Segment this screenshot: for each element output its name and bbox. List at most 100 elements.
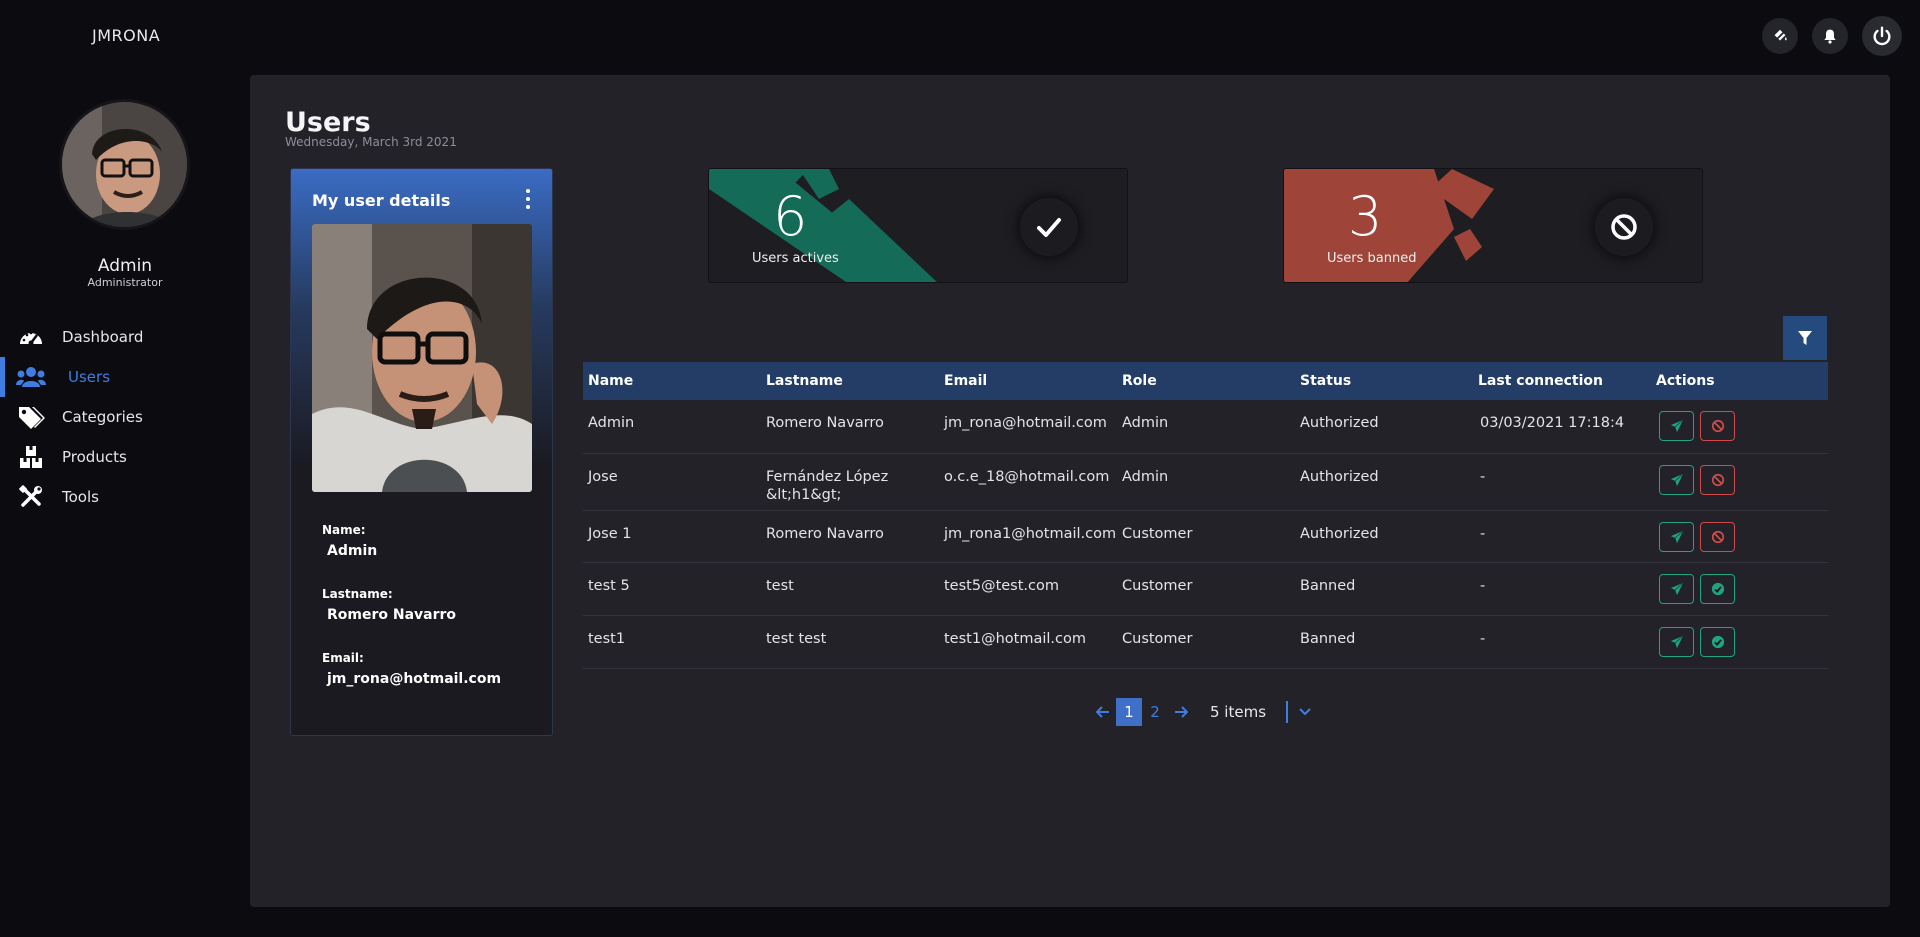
send-message-button[interactable] bbox=[1659, 522, 1694, 552]
active-users-badge bbox=[1020, 198, 1078, 256]
table-row: test 5 test test5@test.com Customer Banned - bbox=[583, 563, 1828, 616]
cell-status: Banned bbox=[1300, 578, 1356, 594]
sidebar-item-label: Users bbox=[68, 368, 111, 386]
cell-actions bbox=[1651, 563, 1828, 615]
cell-role: Customer bbox=[1122, 578, 1193, 594]
sidebar-item-dashboard[interactable]: Dashboard bbox=[0, 317, 250, 357]
sidebar-item-label: Products bbox=[62, 448, 127, 466]
cell-actions bbox=[1651, 454, 1828, 510]
column-header[interactable]: Status bbox=[1295, 373, 1473, 389]
active-users-card: 6 Users actives bbox=[708, 168, 1128, 283]
sidebar-nav: Dashboard Users Categories Products Tool… bbox=[0, 317, 250, 517]
notifications-button[interactable] bbox=[1812, 18, 1848, 54]
cell-email: jm_rona@hotmail.com bbox=[944, 415, 1107, 431]
cell-role: Admin bbox=[1122, 469, 1169, 485]
sidebar-item-label: Tools bbox=[62, 488, 99, 506]
send-icon bbox=[1670, 530, 1683, 544]
cell-lastname: Romero Navarro bbox=[766, 526, 884, 542]
send-icon bbox=[1670, 582, 1683, 596]
user-photo bbox=[312, 224, 532, 492]
sidebar-item-tools[interactable]: Tools bbox=[0, 477, 250, 517]
cell-last: - bbox=[1480, 578, 1486, 594]
users-table: Name Lastname Email Role Status Last con… bbox=[583, 362, 1828, 669]
logout-button[interactable] bbox=[1862, 16, 1902, 56]
cell-role: Admin bbox=[1122, 415, 1169, 431]
cell-status: Authorized bbox=[1300, 469, 1379, 485]
cell-lastname: test bbox=[766, 578, 794, 594]
sidebar-item-categories[interactable]: Categories bbox=[0, 397, 250, 437]
top-actions bbox=[1762, 16, 1902, 56]
cell-name: test1 bbox=[588, 631, 626, 647]
name-value: Admin bbox=[327, 543, 378, 559]
cell-role: Customer bbox=[1122, 526, 1193, 542]
table-body: Admin Romero Navarro jm_rona@hotmail.com Ad… bbox=[583, 400, 1828, 669]
page-2-button[interactable]: 2 bbox=[1142, 698, 1168, 726]
page-date: Wednesday, March 3rd 2021 bbox=[285, 135, 457, 149]
column-header: Actions bbox=[1656, 373, 1715, 389]
name-label: Name: bbox=[322, 523, 366, 537]
email-value: jm_rona@hotmail.com bbox=[327, 671, 502, 687]
page-size-dropdown[interactable] bbox=[1298, 703, 1312, 721]
cell-last: 03/03/2021 17:18:4 bbox=[1480, 415, 1625, 431]
page-1-button[interactable]: 1 bbox=[1116, 698, 1142, 726]
theme-button[interactable] bbox=[1762, 18, 1798, 54]
check-icon bbox=[1037, 218, 1061, 237]
ban-user-button[interactable] bbox=[1700, 522, 1735, 552]
banned-users-count: 3 bbox=[1348, 185, 1383, 248]
ban-user-button[interactable] bbox=[1700, 411, 1735, 441]
ban-user-button[interactable] bbox=[1700, 465, 1735, 495]
cell-status: Banned bbox=[1300, 631, 1356, 647]
next-page-icon[interactable] bbox=[1168, 703, 1194, 722]
send-message-button[interactable] bbox=[1659, 627, 1694, 657]
send-message-button[interactable] bbox=[1659, 411, 1694, 441]
sidebar-item-label: Dashboard bbox=[62, 328, 144, 346]
more-options-icon[interactable] bbox=[524, 189, 532, 209]
items-count: 5 items bbox=[1210, 703, 1267, 721]
cell-last: - bbox=[1480, 469, 1486, 485]
avatar[interactable] bbox=[62, 102, 187, 227]
column-header[interactable]: Role bbox=[1117, 373, 1295, 389]
table-row: test1 test test test1@hotmail.com Customer B… bbox=[583, 616, 1828, 669]
sidebar-item-users[interactable]: Users bbox=[0, 357, 250, 397]
send-message-button[interactable] bbox=[1659, 574, 1694, 604]
filter-button[interactable] bbox=[1783, 316, 1827, 360]
lastname-value: Romero Navarro bbox=[327, 607, 457, 623]
ban-icon bbox=[1711, 473, 1724, 487]
users-icon bbox=[0, 366, 62, 388]
cell-actions bbox=[1651, 616, 1828, 668]
send-message-button[interactable] bbox=[1659, 465, 1694, 495]
column-header[interactable]: Last connection bbox=[1473, 373, 1651, 389]
user-details-card: My user details Name: Admin Lastname: Ro… bbox=[290, 168, 553, 736]
pagination-divider bbox=[1286, 701, 1289, 723]
table-header: Name Lastname Email Role Status Last con… bbox=[583, 362, 1828, 400]
authorize-user-button[interactable] bbox=[1700, 627, 1735, 657]
cell-actions bbox=[1651, 511, 1828, 562]
send-icon bbox=[1670, 419, 1683, 433]
cell-name: Jose bbox=[588, 469, 618, 485]
table-row: Jose 1 Romero Navarro jm_rona1@hotmail.com… bbox=[583, 511, 1828, 563]
ban-icon bbox=[1711, 419, 1724, 433]
sidebar-item-products[interactable]: Products bbox=[0, 437, 250, 477]
filter-icon bbox=[1798, 331, 1812, 345]
cell-last: - bbox=[1480, 526, 1486, 542]
ban-icon bbox=[1711, 530, 1724, 544]
cell-email: test1@hotmail.com bbox=[944, 631, 1086, 647]
cell-name: Jose 1 bbox=[588, 526, 632, 542]
ban-icon bbox=[1611, 214, 1637, 240]
bell-icon bbox=[1824, 29, 1836, 44]
authorize-user-button[interactable] bbox=[1700, 574, 1735, 604]
avatar-portrait bbox=[62, 102, 187, 227]
column-header[interactable]: Email bbox=[939, 373, 1117, 389]
sidebar-item-label: Categories bbox=[62, 408, 143, 426]
column-header[interactable]: Lastname bbox=[761, 373, 939, 389]
check-circle-icon bbox=[1711, 635, 1724, 649]
cell-name: test 5 bbox=[588, 578, 630, 594]
column-header[interactable]: Name bbox=[583, 373, 761, 389]
paint-bucket-icon bbox=[1773, 29, 1787, 43]
cell-lastname: test test bbox=[766, 631, 827, 647]
prev-page-icon[interactable] bbox=[1090, 703, 1116, 722]
cell-status: Authorized bbox=[1300, 526, 1379, 542]
boxes-icon bbox=[0, 445, 62, 469]
table-row: Admin Romero Navarro jm_rona@hotmail.com Ad… bbox=[583, 400, 1828, 454]
brand-logo[interactable]: JMRONA bbox=[92, 26, 160, 45]
